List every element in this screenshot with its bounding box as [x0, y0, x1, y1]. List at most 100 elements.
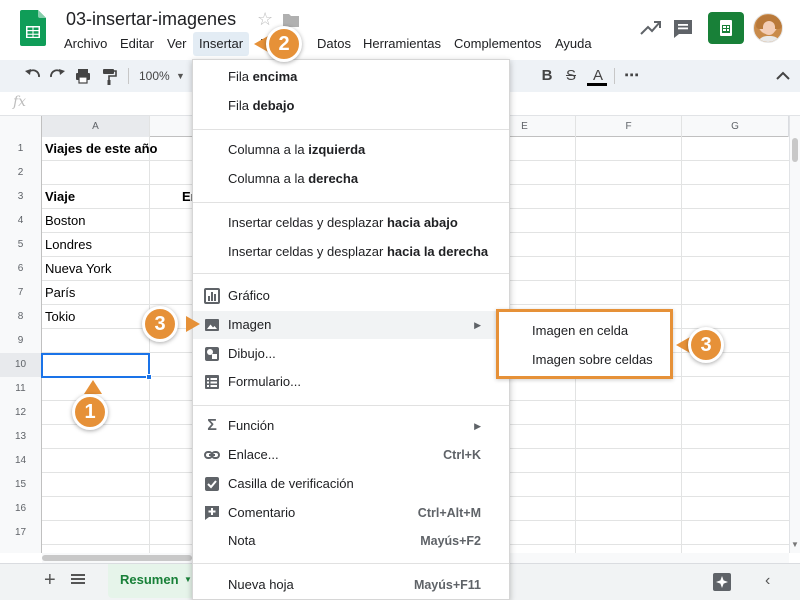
cell-a5[interactable]: Londres: [42, 233, 92, 256]
menu-complementos[interactable]: Complementos: [448, 32, 547, 56]
menu-separator: [193, 273, 509, 274]
menu-item-comment[interactable]: Comentario Ctrl+Alt+M: [193, 499, 509, 527]
row-header[interactable]: 13: [0, 425, 42, 449]
menu-item-shortcut: Mayús+F2: [420, 534, 481, 548]
text-color-button[interactable]: A: [589, 60, 607, 92]
menu-item-label: Comentario: [228, 505, 296, 520]
zoom-select[interactable]: 100%: [139, 60, 170, 92]
bold-button[interactable]: B: [540, 60, 554, 92]
cell-a3[interactable]: Viaje: [42, 185, 75, 208]
collapse-menus-icon[interactable]: [774, 60, 792, 92]
undo-icon[interactable]: [24, 60, 42, 92]
menu-item-cells-shift-right[interactable]: Insertar celdas y desplazar hacia la der…: [193, 238, 509, 266]
menu-item-chart[interactable]: Gráfico: [193, 282, 509, 310]
menu-item-label-bold: debajo: [252, 98, 295, 113]
menu-item-link[interactable]: Enlace... Ctrl+K: [193, 441, 509, 469]
menu-item-cells-shift-down[interactable]: Insertar celdas y desplazar hacia abajo: [193, 209, 509, 237]
document-title[interactable]: 03-insertar-imagenes: [66, 9, 236, 30]
sheets-logo-icon[interactable]: [20, 10, 46, 46]
submenu-item-image-over-cells[interactable]: Imagen sobre celdas: [532, 352, 653, 367]
menu-herramientas[interactable]: Herramientas: [357, 32, 447, 56]
row-header[interactable]: 5: [0, 233, 42, 257]
paint-format-icon[interactable]: [100, 60, 118, 92]
menu-insertar[interactable]: Insertar: [193, 32, 250, 56]
row-header[interactable]: 12: [0, 401, 42, 425]
cell-a7[interactable]: París: [42, 281, 75, 304]
star-icon[interactable]: ☆: [257, 9, 273, 30]
add-sheet-icon[interactable]: +: [44, 569, 56, 592]
cell-a1[interactable]: Viajes de este año: [42, 137, 158, 160]
user-avatar[interactable]: [753, 13, 783, 43]
menu-item-label: Gráfico: [228, 288, 270, 303]
menu-item-form[interactable]: Formulario...: [193, 368, 509, 396]
menu-item-new-sheet[interactable]: Nueva hoja Mayús+F11: [193, 571, 509, 599]
menu-item-row-below[interactable]: Fila debajo: [193, 92, 509, 120]
menu-ver[interactable]: Ver: [161, 32, 193, 56]
submenu-item-image-in-cell[interactable]: Imagen en celda: [532, 323, 628, 338]
row-header[interactable]: 1: [0, 137, 42, 161]
strikethrough-button[interactable]: S: [561, 60, 581, 92]
row-header[interactable]: 7: [0, 281, 42, 305]
chevron-down-icon[interactable]: ▼: [184, 575, 192, 584]
menu-archivo[interactable]: Archivo: [58, 32, 113, 56]
callout-badge-2: 2: [266, 26, 302, 62]
chevron-down-icon[interactable]: ▼: [176, 60, 185, 92]
menu-item-drawing[interactable]: Dibujo...: [193, 340, 509, 368]
more-options-icon[interactable]: ⋯: [623, 60, 641, 92]
row-header[interactable]: 17: [0, 521, 42, 545]
cell-a8[interactable]: Tokio: [42, 305, 75, 328]
row-header[interactable]: 4: [0, 209, 42, 233]
sheet-tab-resumen[interactable]: Resumen ▼: [108, 564, 194, 598]
column-header-f[interactable]: F: [576, 116, 682, 137]
menu-separator: [193, 129, 509, 130]
explore-icon[interactable]: [712, 572, 732, 592]
row-header[interactable]: 10: [0, 353, 42, 377]
cell-a4[interactable]: Boston: [42, 209, 85, 232]
menu-item-image[interactable]: Imagen ▶: [193, 311, 509, 339]
row-header[interactable]: 9: [0, 329, 42, 353]
column-header-g[interactable]: G: [682, 116, 789, 137]
menu-item-column-right[interactable]: Columna a la derecha: [193, 165, 509, 193]
row-header[interactable]: 2: [0, 161, 42, 185]
menu-item-row-above[interactable]: Fila encima: [193, 63, 509, 91]
row-header[interactable]: 15: [0, 473, 42, 497]
menu-item-column-left[interactable]: Columna a la izquierda: [193, 136, 509, 164]
menu-item-label-bold: hacia la derecha: [386, 244, 489, 259]
menu-datos[interactable]: Datos: [311, 32, 357, 56]
scroll-thumb[interactable]: [42, 555, 192, 561]
cell-a6[interactable]: Nueva York: [42, 257, 112, 280]
print-icon[interactable]: [74, 60, 92, 92]
image-submenu: Imagen en celda Imagen sobre celdas: [496, 309, 673, 379]
comments-icon[interactable]: [672, 18, 694, 40]
share-button[interactable]: [708, 12, 744, 44]
row-header[interactable]: 16: [0, 497, 42, 521]
menu-ayuda[interactable]: Ayuda: [549, 32, 598, 56]
row-header[interactable]: 14: [0, 449, 42, 473]
text-color-swatch: [587, 83, 607, 86]
fill-handle[interactable]: [146, 374, 152, 380]
cell-selection-a10[interactable]: [41, 353, 150, 378]
menu-item-checkbox[interactable]: Casilla de verificación: [193, 470, 509, 498]
row-header[interactable]: 3: [0, 185, 42, 209]
menu-item-note[interactable]: Nota Mayús+F2: [193, 527, 509, 555]
column-header-a[interactable]: A: [42, 116, 150, 137]
menu-item-label: Columna a la: [228, 142, 309, 157]
row-header[interactable]: 6: [0, 257, 42, 281]
activity-trend-icon[interactable]: [640, 19, 662, 37]
vertical-scrollbar[interactable]: ▼: [789, 116, 800, 553]
menu-item-label: Imagen: [228, 317, 272, 332]
row-header[interactable]: 11: [0, 377, 42, 401]
scroll-thumb[interactable]: [792, 138, 798, 162]
menu-item-function[interactable]: Σ Función ▶: [193, 412, 509, 440]
row-header[interactable]: 8: [0, 305, 42, 329]
all-sheets-list-icon[interactable]: [70, 571, 86, 587]
row-header[interactable]: [0, 545, 42, 553]
select-all-corner[interactable]: [0, 116, 42, 137]
menu-item-label: Fila: [228, 98, 253, 113]
menu-editar[interactable]: Editar: [114, 32, 160, 56]
chevron-left-icon[interactable]: ‹: [765, 572, 770, 590]
scroll-down-icon[interactable]: ▼: [790, 540, 800, 549]
sheet-tab-label: Resumen: [120, 572, 179, 587]
redo-icon[interactable]: [48, 60, 66, 92]
menu-item-label: Nueva hoja: [228, 577, 294, 592]
